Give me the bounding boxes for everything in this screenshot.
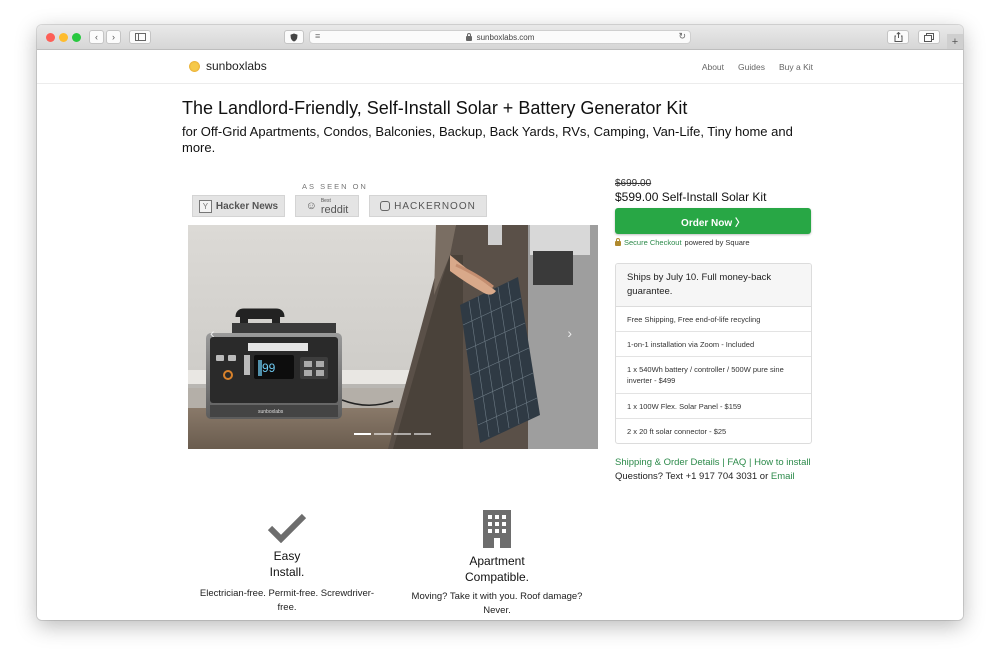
kit-item: 1-on-1 installation via Zoom - Included [616,332,811,357]
y-logo-icon: Y [198,199,212,213]
web-page: sunboxlabs About Guides Buy a Kit The La… [37,50,963,620]
product-carousel[interactable]: 99 sunboxlabs ‹ › [188,225,598,449]
carousel-next-icon[interactable]: › [567,325,572,341]
padlock-icon [615,238,621,246]
kit-item: 1 x 540Wh battery / controller / 500W pu… [616,357,811,394]
browser-titlebar: ‹ › ≡ sunboxlabs.com ↻ + [37,25,963,50]
building-icon [483,510,511,548]
page-subtitle: for Off-Grid Apartments, Condos, Balconi… [182,124,793,155]
address-bar[interactable]: ≡ sunboxlabs.com ↻ [309,30,691,44]
zoom-window-button[interactable] [72,33,81,42]
press-logo-hacker-news: Y Hacker News [192,195,285,217]
feature-title-line2: Install. [269,565,305,579]
tabs-overview-button[interactable] [918,30,940,44]
brand-name: sunboxlabs [206,59,267,73]
privacy-shield-button[interactable] [284,30,304,44]
chevron-right-icon: › [112,32,115,42]
browser-window: ‹ › ≡ sunboxlabs.com ↻ + sunboxlabs Abou… [37,25,963,620]
how-to-install-link[interactable]: How to install [754,457,811,468]
sidebar-button[interactable] [129,30,151,44]
page-title: The Landlord-Friendly, Self-Install Sola… [182,98,688,118]
sun-logo-icon [189,60,200,72]
station-brand-label: sunboxlabs [258,409,284,415]
secure-checkout-note: Secure Checkout powered by Square [615,238,750,247]
press-reddit-text: reddit [320,204,349,216]
faq-link[interactable]: FAQ [727,457,746,468]
plus-icon: + [951,35,959,48]
back-button[interactable]: ‹ [89,30,104,44]
kit-item: Free Shipping, Free end-of-life recyclin… [616,307,811,332]
link-separator: | [746,457,755,468]
press-logo-reddit: ☺ Best reddit [295,195,359,217]
press-logo-hackernoon: HACKERNOON [369,195,487,217]
checkmark-icon [267,513,307,544]
kit-item: 1 x 100W Flex. Solar Panel - $159 [616,394,811,419]
kit-details-card: Ships by July 10. Full money-back guaran… [615,263,812,444]
reddit-alien-icon: ☺ [305,200,317,212]
feature-easy-install: Easy Install. Electrician-free. Permit-f… [187,513,387,615]
carousel-prev-icon[interactable]: ‹ [210,325,215,341]
nav-buy-kit[interactable]: Buy a Kit [779,62,813,72]
nav-about[interactable]: About [702,62,724,72]
feature-title-line1: Easy [273,549,301,563]
carousel-dot[interactable] [374,433,391,435]
secure-checkout-link[interactable]: Secure Checkout [624,238,682,247]
secure-checkout-suffix: powered by Square [684,238,750,247]
reader-mode-icon[interactable]: ≡ [315,31,320,41]
new-tab-button[interactable]: + [947,34,963,49]
url-text: sunboxlabs.com [476,32,535,42]
questions-text: Questions? Text +1 917 704 3031 or [615,471,771,482]
share-icon [894,32,902,42]
close-window-button[interactable] [46,33,55,42]
tabs-icon [924,32,934,42]
feature-title-line2: Compatible. [464,570,530,584]
order-now-button[interactable]: Order Now 〉 [615,208,811,234]
station-display-value: 99 [262,361,276,375]
email-link[interactable]: Email [771,471,795,482]
hackernoon-helmet-icon [380,201,391,211]
minimize-window-button[interactable] [59,33,68,42]
carousel-dot[interactable] [394,433,411,435]
carousel-dot[interactable] [354,433,371,435]
feature-title-line1: Apartment [469,554,525,568]
old-price: $699.00 [615,178,652,189]
shipping-guarantee: Ships by July 10. Full money-back guaran… [616,264,811,307]
site-navbar: sunboxlabs About Guides Buy a Kit [37,50,963,84]
carousel-dot[interactable] [414,433,431,435]
sidebar-icon [134,33,146,41]
product-photo: 99 sunboxlabs [188,225,598,449]
press-hackernoon-text: HACKERNOON [394,200,476,212]
reload-icon[interactable]: ↻ [678,31,686,42]
support-links: Shipping & Order Details | FAQ | How to … [615,456,815,484]
as-seen-on-label: AS SEEN ON [302,182,368,191]
carousel-indicators [354,433,431,435]
shield-icon [290,33,298,41]
feature-apartment-compatible: Apartment Compatible. Moving? Take it wi… [397,510,597,618]
feature-description: Moving? Take it with you. Roof damage? N… [411,591,583,616]
kit-item: 2 x 20 ft solar connector - $25 [627,426,727,436]
current-price: $599.00 Self-Install Solar Kit [615,190,767,204]
nav-guides[interactable]: Guides [738,62,765,72]
share-button[interactable] [887,30,909,44]
press-hacker-news-text: Hacker News [215,200,279,212]
lock-icon [465,32,472,41]
nav-links: About Guides Buy a Kit [702,62,813,72]
forward-button[interactable]: › [106,30,121,44]
shipping-details-link[interactable]: Shipping & Order Details [615,457,720,468]
feature-description: Electrician-free. Permit-free. Screwdriv… [199,588,375,613]
chevron-left-icon: ‹ [95,32,98,42]
brand-link[interactable]: sunboxlabs [189,59,267,73]
